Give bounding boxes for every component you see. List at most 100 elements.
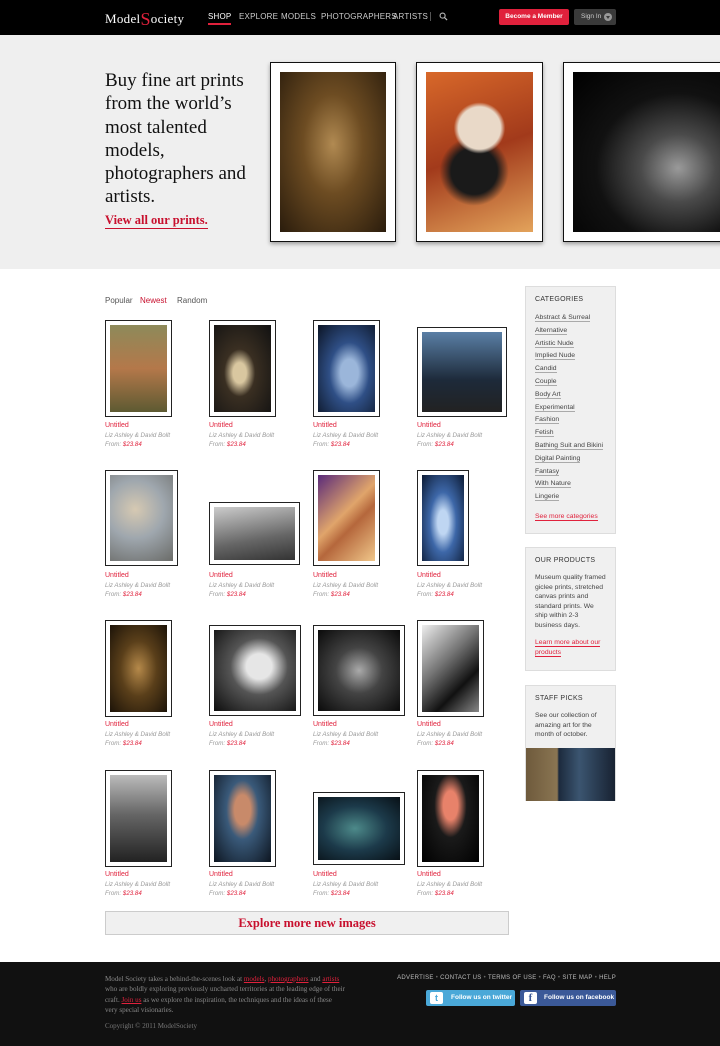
print-thumbnail[interactable] (417, 470, 469, 566)
print-title[interactable]: Untitled (417, 870, 482, 880)
print-image (422, 332, 502, 412)
site-logo[interactable]: ModelSociety (105, 9, 184, 30)
staff-picks-text: See our collection of amazing art for th… (535, 712, 597, 738)
footer-link[interactable]: HELP (599, 975, 616, 981)
hero-print-1[interactable] (270, 62, 396, 242)
search-icon[interactable] (439, 12, 448, 21)
category-link[interactable]: Digital Painting (535, 453, 606, 466)
category-link[interactable]: Implied Nude (535, 350, 606, 363)
print-image (422, 625, 479, 712)
print-title[interactable]: Untitled (313, 421, 378, 431)
print-title[interactable]: Untitled (417, 421, 482, 431)
print-thumbnail[interactable] (105, 320, 172, 417)
print-title[interactable]: Untitled (209, 571, 274, 581)
print-thumbnail[interactable] (105, 470, 178, 566)
twitter-follow-button[interactable]: t Follow us on twitter (426, 990, 515, 1006)
tab-newest[interactable]: Newest (140, 296, 167, 305)
hero-print-2[interactable] (416, 62, 543, 242)
print-artist: Liz Ashley & David Bollt (313, 880, 379, 888)
hero-print-3[interactable] (563, 62, 720, 242)
print-thumbnail[interactable] (313, 470, 380, 566)
category-link[interactable]: Fashion (535, 414, 606, 427)
staff-picks-panel: STAFF PICKS See our collection of amazin… (525, 685, 616, 801)
print-title[interactable]: Untitled (313, 870, 378, 880)
facebook-icon: f (524, 992, 537, 1004)
nav-models[interactable]: MODELS (281, 12, 316, 21)
category-link[interactable]: Couple (535, 376, 606, 389)
print-caption: Untitled Liz Ashley & David Bollt From: $2… (209, 421, 274, 450)
print-title[interactable]: Untitled (313, 720, 378, 730)
print-title[interactable]: Untitled (105, 421, 170, 431)
join-us-link[interactable]: Join us (122, 996, 142, 1004)
facebook-follow-button[interactable]: f Follow us on facebook (520, 990, 616, 1006)
print-artist: Liz Ashley & David Bollt (417, 431, 483, 439)
print-thumbnail[interactable] (313, 625, 405, 716)
print-thumbnail[interactable] (417, 770, 484, 867)
photographers-link[interactable]: photographers (268, 975, 309, 983)
print-title[interactable]: Untitled (209, 870, 274, 880)
become-member-button[interactable]: Become a Member (499, 9, 569, 25)
hero-print-image (280, 72, 386, 232)
print-thumbnail[interactable] (209, 502, 300, 565)
category-link[interactable]: Bathing Suit and Bikini (535, 440, 606, 453)
footer-link[interactable]: CONTACT US (440, 975, 481, 981)
print-artist: Liz Ashley & David Bollt (105, 581, 171, 589)
print-caption: Untitled Liz Ashley & David Bollt From: $2… (313, 571, 378, 600)
category-link[interactable]: Fetish (535, 427, 606, 440)
print-thumbnail[interactable] (105, 620, 172, 717)
nav-explore[interactable]: EXPLORE (239, 12, 278, 21)
category-link[interactable]: Body Art (535, 389, 606, 402)
footer-link[interactable]: ADVERTISE (397, 975, 434, 981)
nav-shop[interactable]: SHOP (208, 12, 232, 25)
category-link[interactable]: Abstract & Surreal (535, 312, 606, 325)
print-caption: Untitled Liz Ashley & David Bollt From: $2… (105, 571, 170, 600)
print-title[interactable]: Untitled (417, 720, 482, 730)
print-image (318, 325, 375, 412)
hero-title: Buy fine art prints from the world’s mos… (105, 70, 246, 208)
print-title[interactable]: Untitled (105, 571, 170, 581)
footer-link[interactable]: FAQ (543, 975, 556, 981)
see-more-categories-link[interactable]: See more categories (535, 512, 606, 521)
artists-link[interactable]: artists (322, 975, 339, 983)
print-thumbnail[interactable] (209, 770, 276, 867)
category-link[interactable]: With Nature (535, 478, 606, 491)
footer-link[interactable]: TERMS OF USE (488, 975, 537, 981)
print-thumbnail[interactable] (209, 320, 276, 417)
tab-popular[interactable]: Popular (105, 296, 133, 305)
print-image (214, 775, 271, 862)
nav-artists[interactable]: ARTISTS (393, 12, 428, 21)
print-title[interactable]: Untitled (209, 720, 274, 730)
print-caption: Untitled Liz Ashley & David Bollt From: $2… (417, 870, 482, 899)
print-thumbnail[interactable] (313, 320, 380, 417)
nav-photographers[interactable]: PHOTOGRAPHERS (321, 12, 397, 21)
print-title[interactable]: Untitled (417, 571, 482, 581)
learn-more-products-link[interactable]: Learn more about our products (535, 638, 606, 658)
print-thumbnail[interactable] (417, 620, 484, 717)
staff-picks-image[interactable] (526, 748, 615, 801)
sign-in-button[interactable]: Sign In (574, 9, 616, 25)
tab-random[interactable]: Random (177, 296, 207, 305)
print-thumbnail[interactable] (105, 770, 172, 867)
print-title[interactable]: Untitled (105, 720, 170, 730)
category-link[interactable]: Lingerie (535, 491, 606, 504)
print-title[interactable]: Untitled (209, 421, 274, 431)
print-title[interactable]: Untitled (105, 870, 170, 880)
explore-more-button[interactable]: Explore more new images (105, 911, 509, 935)
print-artist: Liz Ashley & David Bollt (209, 431, 275, 439)
print-image (318, 630, 400, 711)
print-thumbnail[interactable] (209, 625, 301, 716)
print-artist: Liz Ashley & David Bollt (105, 880, 171, 888)
footer-link[interactable]: SITE MAP (562, 975, 592, 981)
print-thumbnail[interactable] (313, 792, 405, 865)
category-link[interactable]: Artistic Nude (535, 338, 606, 351)
print-artist: Liz Ashley & David Bollt (105, 730, 171, 738)
category-link[interactable]: Candid (535, 363, 606, 376)
category-link[interactable]: Fantasy (535, 466, 606, 479)
sign-in-label: Sign In (581, 13, 602, 20)
category-link[interactable]: Experimental (535, 402, 606, 415)
category-link[interactable]: Alternative (535, 325, 606, 338)
view-all-prints-link[interactable]: View all our prints. (105, 213, 208, 229)
print-title[interactable]: Untitled (313, 571, 378, 581)
print-thumbnail[interactable] (417, 327, 507, 417)
models-link[interactable]: models (244, 975, 265, 983)
